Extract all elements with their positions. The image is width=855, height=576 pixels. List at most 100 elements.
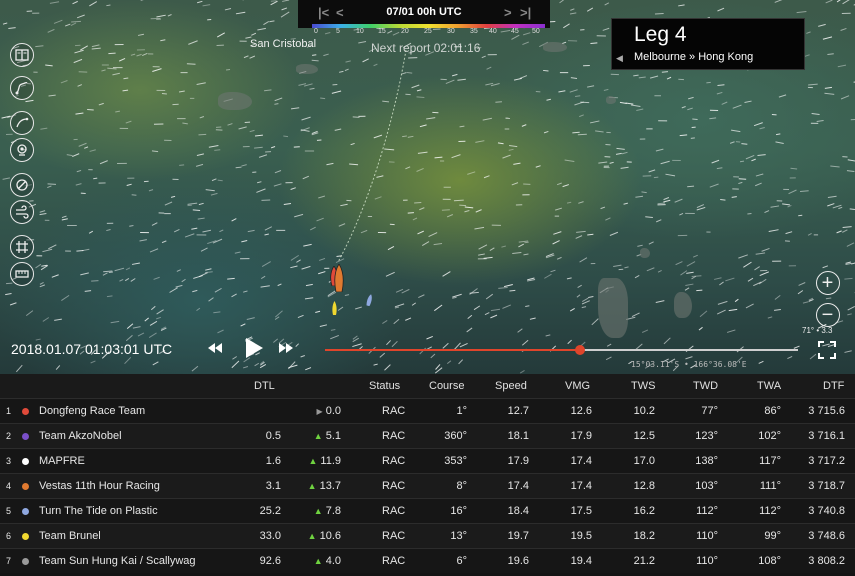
header-twd[interactable]: TWD [693,380,718,392]
header-course[interactable]: Course [429,380,464,392]
fast-forward-icon[interactable] [278,340,294,356]
playback-datetime: 2018.01.07 01:03:01 UTC [11,341,173,357]
header-dtf[interactable]: DTF [823,380,844,392]
cell-twa: 108° [758,555,781,567]
layer-toggle-button[interactable] [10,173,34,197]
cell-dtf: 3 740.8 [808,505,845,517]
zoom-in-button[interactable]: + [816,271,840,295]
plus-icon: + [821,272,834,294]
boat-vestas[interactable] [332,264,346,292]
cell-speed: 19.6 [507,555,529,567]
forecast-time-label: 07/01 00h UTC [386,6,462,18]
cell-tws: 12.8 [633,480,655,492]
cell-speed: 18.1 [507,430,529,442]
cell-twa: 117° [759,455,781,467]
table-row[interactable]: 7 Team Sun Hung Kai / Scallywag ▲ 4.0 92.6 RA… [0,548,855,573]
cell-vmg: 17.5 [570,505,592,517]
camera-button[interactable] [10,138,34,162]
cell-status: RAC [382,530,406,542]
dtl-change-value: 11.9 [320,455,341,467]
header-dtl[interactable]: DTL [254,380,275,392]
cell-twa: 99° [764,530,781,542]
zoom-fit-button[interactable] [10,111,34,135]
skip-last-icon[interactable]: >| [520,5,531,20]
dtl-change: ▲ 4.0 [314,555,341,567]
arrow-up-icon: ▲ [307,531,317,541]
header-vmg[interactable]: VMG [565,380,590,392]
cell-twd: 110° [696,555,718,567]
dtl-change: ▲ 7.8 [314,505,341,517]
scale-tick: 5 [336,28,340,35]
dtl-change: ▲ 11.9 [308,455,341,467]
table-row[interactable]: 2 Team AkzoNobel ▲ 5.1 0.5 RAC 360° 18.1 17.9 12.… [0,423,855,448]
cell-status: RAC [382,455,406,467]
header-status[interactable]: Status [369,380,400,392]
rewind-icon[interactable] [207,340,223,356]
cell-dtl: 33.0 [259,530,281,542]
cell-dtf: 3 718.7 [808,480,845,492]
caret-left-icon[interactable]: ◀ [616,53,623,64]
boat-turn-the-tide[interactable] [366,294,373,306]
cell-speed: 19.7 [507,530,529,542]
route-icon [15,81,28,95]
cell-course: 16° [450,505,467,517]
arrow-up-icon: ▲ [313,506,323,516]
fullscreen-icon[interactable] [818,341,836,359]
table-row[interactable]: 5 Turn The Tide on Plastic ▲ 7.8 25.2 RAC 16° 1… [0,498,855,523]
leg-info-panel[interactable]: ◀ Leg 4 Melbourne » Hong Kong [611,18,805,70]
rankings-icon [15,49,29,61]
cell-twa: 112° [759,505,781,517]
team-name: MAPFRE [39,455,85,467]
cell-vmg: 17.9 [570,430,592,442]
team-name: Dongfeng Race Team [39,405,146,417]
cell-dtl: 92.6 [259,555,281,567]
camera-icon [17,144,27,156]
dtl-change-value: 7.8 [325,505,341,517]
header-speed[interactable]: Speed [495,380,527,392]
dtl-change-value: 4.0 [325,555,341,567]
table-row[interactable]: 3 MAPFRE ▲ 11.9 1.6 RAC 353° 17.9 17.4 17.0 138° 11… [0,448,855,473]
cell-tws: 12.5 [633,430,655,442]
zoom-out-button[interactable]: − [816,303,840,327]
cell-speed: 17.9 [507,455,529,467]
playback-timeline[interactable] [325,345,798,355]
dtl-change-value: 0.0 [325,405,341,417]
cell-speed: 18.4 [507,505,529,517]
play-icon[interactable] [244,337,264,359]
table-row[interactable]: 6 Team Brunel ▲ 10.6 33.0 RAC 13° 19.7 19.5 18.2 1… [0,523,855,548]
dtl-change-value: 10.6 [319,530,341,542]
rankings-button[interactable] [10,43,34,67]
arrow-up-icon: ▲ [307,481,317,491]
dtl-change: ▲ 5.1 [314,430,341,442]
team-color-dot [22,483,29,490]
team-color-dot [22,458,29,465]
header-tws[interactable]: TWS [631,380,655,392]
boat-brunel[interactable] [331,301,338,315]
cell-status: RAC [382,430,406,442]
cell-vmg: 17.4 [570,455,592,467]
cell-tws: 16.2 [633,505,655,517]
leg-route: Melbourne » Hong Kong [634,51,754,63]
route-button[interactable] [10,76,34,100]
grid-button[interactable] [10,235,34,259]
cell-tws: 10.2 [633,405,655,417]
rank-number: 5 [6,506,12,516]
cell-dtf: 3 717.2 [808,455,845,467]
table-row[interactable]: 4 Vestas 11th Hour Racing ▲ 13.7 3.1 RAC 8° 17.… [0,473,855,498]
race-tracker-app: |< < 07/01 00h UTC > >| 0 5 10 15 20 25 … [0,0,855,576]
table-row[interactable]: 1 Dongfeng Race Team ▶ 0.0 RAC 1° 12.7 12.6 10.2… [0,398,855,423]
cell-dtf: 3 808.2 [808,555,845,567]
cell-twa: 102° [758,430,781,442]
wind-layer-button[interactable] [10,200,34,224]
team-name: Team Brunel [39,530,101,542]
header-twa[interactable]: TWA [757,380,781,392]
arrow-up-icon: ▲ [313,431,323,441]
team-name: Team Sun Hung Kai / Scallywag [39,555,196,567]
step-forward-icon[interactable]: > [504,5,512,20]
timeline-progress [325,349,581,351]
wind-map[interactable]: |< < 07/01 00h UTC > >| 0 5 10 15 20 25 … [0,0,855,374]
cell-speed: 12.7 [507,405,529,417]
dtl-change: ▲ 13.7 [308,480,341,492]
ruler-button[interactable] [10,262,34,286]
dtl-change-value: 13.7 [319,480,341,492]
